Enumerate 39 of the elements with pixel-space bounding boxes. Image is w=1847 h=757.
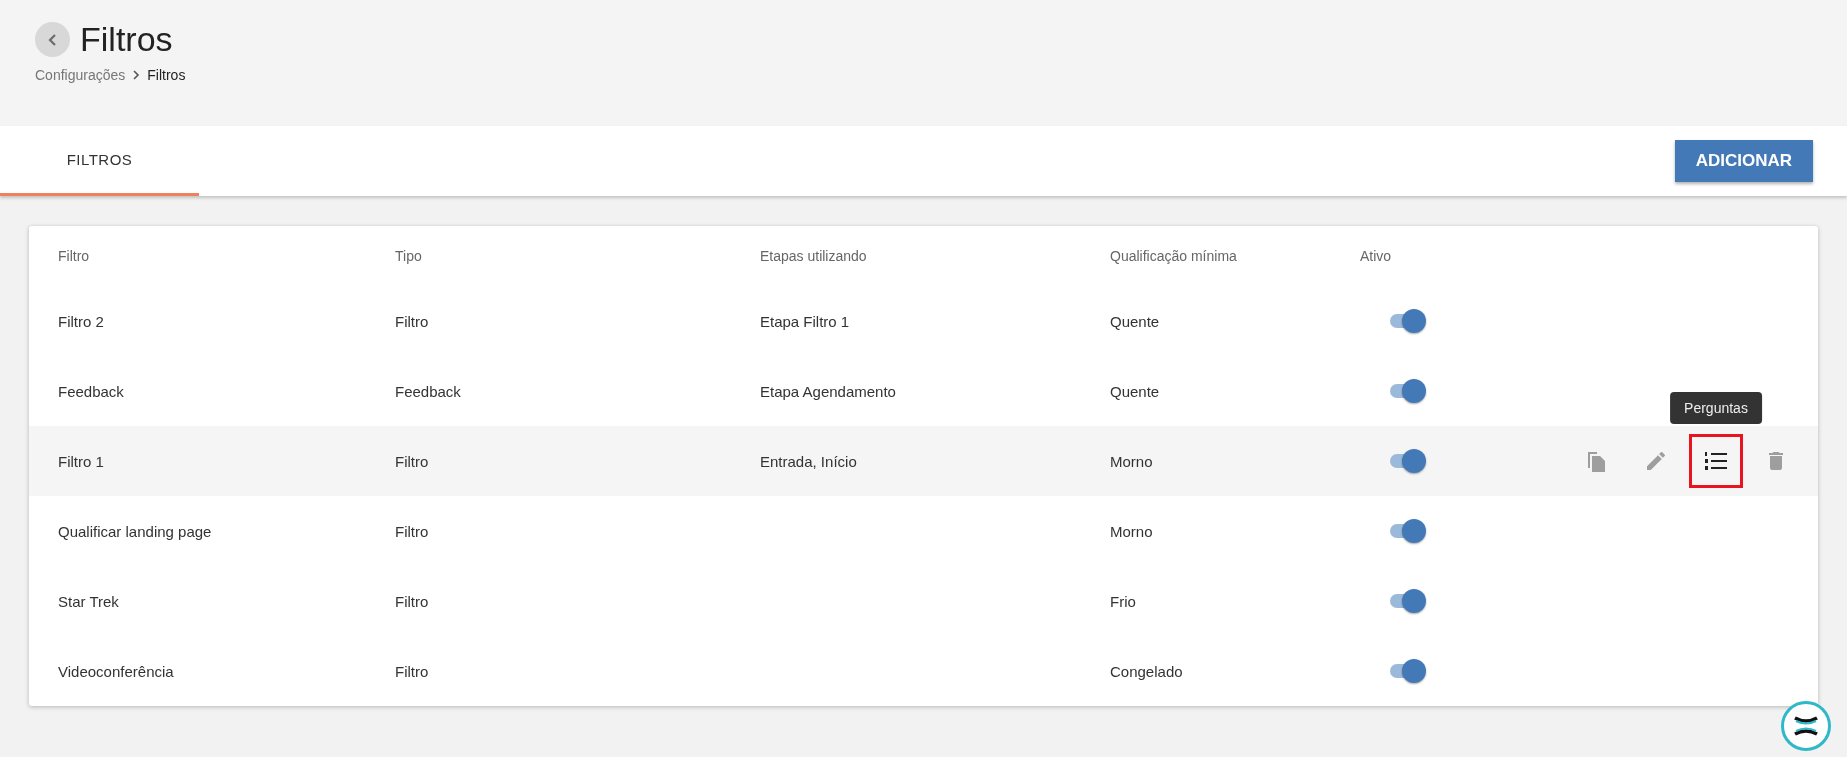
table-cell: Etapa Agendamento <box>760 382 896 400</box>
tab[interactable]: FILTROS <box>0 126 199 196</box>
table-cell: Morno <box>1110 522 1153 540</box>
table-cell: Entrada, Início <box>760 452 857 470</box>
table-cell: Filtro 1 <box>58 452 104 470</box>
chat-widget-button[interactable] <box>1781 701 1831 751</box>
column-header: Ativo <box>1360 248 1393 264</box>
table-cell: Filtro <box>395 592 429 610</box>
pencil-icon <box>1644 449 1668 473</box>
table-cell: Videoconferência <box>58 662 174 680</box>
back-button[interactable] <box>35 22 70 57</box>
table-cell: Qualificar landing page <box>58 522 212 540</box>
table-cell: Quente <box>1110 382 1160 400</box>
table-cell: Feedback <box>58 382 124 400</box>
table-cell: Quente <box>1110 312 1160 330</box>
breadcrumb-current: Filtros <box>147 67 186 83</box>
column-header: Etapas utilizando <box>760 248 868 264</box>
table-cell: Filtro <box>395 662 429 680</box>
highlighted-action-button[interactable] <box>1689 434 1743 488</box>
add-button[interactable]: ADICIONAR <box>1674 140 1813 182</box>
breadcrumb-link[interactable]: Configurações <box>35 67 126 83</box>
page-title: Filtros <box>80 20 173 59</box>
table-cell: Filtro 2 <box>58 312 104 330</box>
table-cell: Filtro <box>395 312 429 330</box>
numbered-list-icon <box>1703 449 1729 473</box>
table-cell: Frio <box>1110 592 1136 610</box>
table-cell: Congelado <box>1110 662 1183 680</box>
table-cell: Filtro <box>395 452 429 470</box>
tooltip: Perguntas <box>1670 392 1762 424</box>
double-chevron-icon <box>1791 714 1821 738</box>
table-cell: Feedback <box>395 382 461 400</box>
table-cell: Filtro <box>395 522 429 540</box>
table-cell: Star Trek <box>58 592 119 610</box>
chevron-right-icon <box>131 69 142 81</box>
column-header: Qualificação mínima <box>1110 248 1238 264</box>
column-header: Tipo <box>395 248 423 264</box>
table-cell: Morno <box>1110 452 1153 470</box>
table-cell: Etapa Filtro 1 <box>760 312 850 330</box>
column-header: Filtro <box>58 248 91 264</box>
